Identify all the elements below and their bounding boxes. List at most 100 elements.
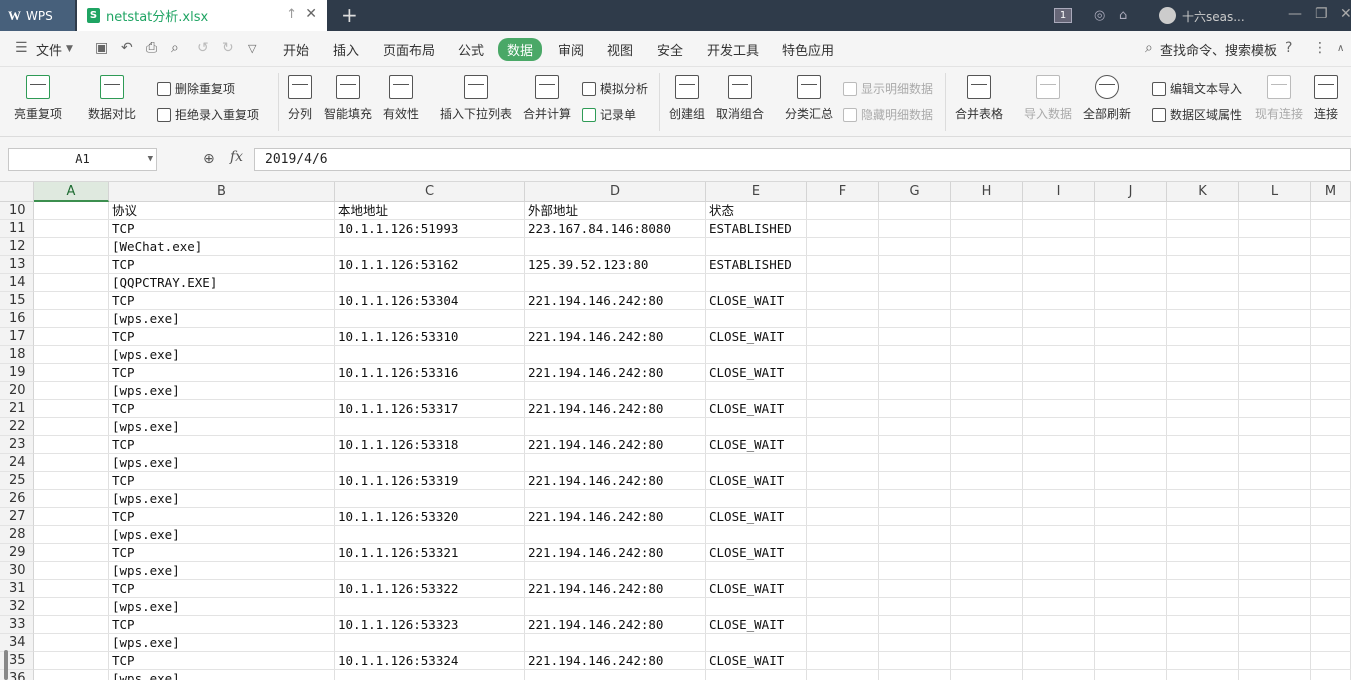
cell-e[interactable] — [706, 418, 807, 436]
hamburger-icon[interactable]: ☰ — [15, 40, 28, 56]
cell-e[interactable]: CLOSE_WAIT — [706, 652, 807, 670]
help-icon[interactable]: ? — [1285, 40, 1292, 56]
tab-security[interactable]: 安全 — [657, 40, 683, 59]
cell-d[interactable]: 221.194.146.242:80 — [525, 328, 706, 346]
tab-view[interactable]: 视图 — [607, 40, 633, 59]
row-header[interactable]: 24 — [0, 454, 34, 472]
cell-d[interactable]: 223.167.84.146:8080 — [525, 220, 706, 238]
what-if-analysis-button[interactable]: 模拟分析 — [582, 80, 648, 97]
cell-e[interactable] — [706, 454, 807, 472]
cell-d[interactable]: 外部地址 — [525, 202, 706, 220]
cell-d[interactable] — [525, 238, 706, 256]
column-header-a[interactable]: A — [34, 182, 109, 202]
cell-c[interactable] — [335, 634, 525, 652]
cell-d[interactable] — [525, 382, 706, 400]
cell-d[interactable]: 221.194.146.242:80 — [525, 580, 706, 598]
document-tab[interactable]: S netstat分析.xlsx ↑ ✕ — [77, 0, 327, 31]
cell-c[interactable]: 10.1.1.126:53162 — [335, 256, 525, 274]
pin-tab-icon[interactable]: ↑ — [286, 7, 297, 22]
scrollbar-thumb[interactable] — [4, 650, 8, 680]
data-compare-button[interactable]: 数据对比 — [88, 75, 136, 122]
cell-b[interactable]: TCP — [109, 292, 335, 310]
cell-d[interactable] — [525, 526, 706, 544]
new-tab-button[interactable]: + — [341, 3, 358, 27]
cell-d[interactable] — [525, 598, 706, 616]
cell-b[interactable]: [wps.exe] — [109, 598, 335, 616]
cell-c[interactable] — [335, 562, 525, 580]
record-form-button[interactable]: 记录单 — [582, 106, 636, 123]
tab-special[interactable]: 特色应用 — [782, 40, 834, 59]
cell-d[interactable]: 221.194.146.242:80 — [525, 472, 706, 490]
smart-fill-button[interactable]: 智能填充 — [324, 75, 372, 122]
row-header[interactable]: 11 — [0, 220, 34, 238]
cell-c[interactable] — [335, 490, 525, 508]
cell-b[interactable]: TCP — [109, 220, 335, 238]
cell-d[interactable]: 221.194.146.242:80 — [525, 652, 706, 670]
row-header[interactable]: 31 — [0, 580, 34, 598]
tab-developer[interactable]: 开发工具 — [707, 40, 759, 59]
cell-d[interactable]: 221.194.146.242:80 — [525, 508, 706, 526]
cell-b[interactable]: TCP — [109, 400, 335, 418]
cell-e[interactable]: CLOSE_WAIT — [706, 292, 807, 310]
redo-icon[interactable]: ↻ — [222, 40, 234, 56]
cell-b[interactable]: TCP — [109, 544, 335, 562]
zoom-icon[interactable]: ⊕ — [203, 151, 215, 167]
subtotal-button[interactable]: 分类汇总 — [785, 75, 833, 122]
hide-detail-button[interactable]: 隐藏明细数据 — [843, 106, 933, 123]
cell-d[interactable] — [525, 346, 706, 364]
cell-e[interactable]: CLOSE_WAIT — [706, 544, 807, 562]
undo-icon[interactable]: ↺ — [197, 40, 209, 56]
cell-d[interactable] — [525, 490, 706, 508]
edit-text-import-button[interactable]: 编辑文本导入 — [1152, 80, 1242, 97]
row-header[interactable]: 26 — [0, 490, 34, 508]
cell-e[interactable] — [706, 382, 807, 400]
cell-e[interactable] — [706, 238, 807, 256]
cell-b[interactable]: [wps.exe] — [109, 310, 335, 328]
column-header-h[interactable]: H — [951, 182, 1023, 202]
cell-d[interactable] — [525, 454, 706, 472]
cell-b[interactable]: [wps.exe] — [109, 418, 335, 436]
row-header[interactable]: 17 — [0, 328, 34, 346]
cell-c[interactable] — [335, 346, 525, 364]
row-header[interactable]: 22 — [0, 418, 34, 436]
minimize-icon[interactable]: — — [1288, 6, 1302, 22]
cell-b[interactable]: TCP — [109, 652, 335, 670]
cell-b[interactable]: [wps.exe] — [109, 382, 335, 400]
cell-c[interactable]: 10.1.1.126:53319 — [335, 472, 525, 490]
row-header[interactable]: 14 — [0, 274, 34, 292]
cell-e[interactable]: CLOSE_WAIT — [706, 328, 807, 346]
tab-review[interactable]: 审阅 — [558, 40, 584, 59]
cell-b[interactable]: TCP — [109, 364, 335, 382]
cell-c[interactable] — [335, 418, 525, 436]
chevron-down-icon[interactable]: ▼ — [66, 44, 73, 54]
row-header[interactable]: 10 — [0, 202, 34, 220]
formula-input[interactable]: 2019/4/6 — [254, 148, 1351, 171]
search-icon[interactable]: ⌕ — [1145, 40, 1153, 56]
cell-d[interactable] — [525, 310, 706, 328]
wps-home-tab[interactable]: W WPS — [0, 0, 75, 31]
cell-e[interactable]: CLOSE_WAIT — [706, 400, 807, 418]
cell-e[interactable]: CLOSE_WAIT — [706, 472, 807, 490]
shirt-icon[interactable]: ⌂ — [1119, 0, 1127, 31]
highlight-duplicates-button[interactable]: 亮重复项 — [14, 75, 62, 122]
spreadsheet-grid[interactable]: A B C D E F G H I J K L M 10 协议 本地地址 外部地址 状态 11 TCP 10.1.1.1… — [0, 182, 1351, 680]
cell-d[interactable] — [525, 274, 706, 292]
close-tab-icon[interactable]: ✕ — [305, 6, 317, 22]
column-header-g[interactable]: G — [879, 182, 951, 202]
cell-b[interactable]: TCP — [109, 508, 335, 526]
cell-c[interactable] — [335, 238, 525, 256]
cell-c[interactable]: 10.1.1.126:51993 — [335, 220, 525, 238]
cell-c[interactable]: 10.1.1.126:53310 — [335, 328, 525, 346]
column-header-m[interactable]: M — [1311, 182, 1351, 202]
cell-d[interactable]: 221.194.146.242:80 — [525, 616, 706, 634]
row-header[interactable]: 29 — [0, 544, 34, 562]
undo-history-icon[interactable]: ↶ — [121, 40, 133, 56]
consolidate-button[interactable]: 合并计算 — [523, 75, 571, 122]
restore-icon[interactable]: ❐ — [1315, 6, 1328, 22]
cell-b[interactable]: TCP — [109, 256, 335, 274]
collapse-ribbon-icon[interactable]: ∧ — [1337, 43, 1344, 54]
data-range-properties-button[interactable]: 数据区域属性 — [1152, 106, 1242, 123]
more-icon[interactable]: ⋮ — [1313, 40, 1327, 56]
cell-e[interactable] — [706, 274, 807, 292]
split-column-button[interactable]: 分列 — [288, 75, 312, 122]
